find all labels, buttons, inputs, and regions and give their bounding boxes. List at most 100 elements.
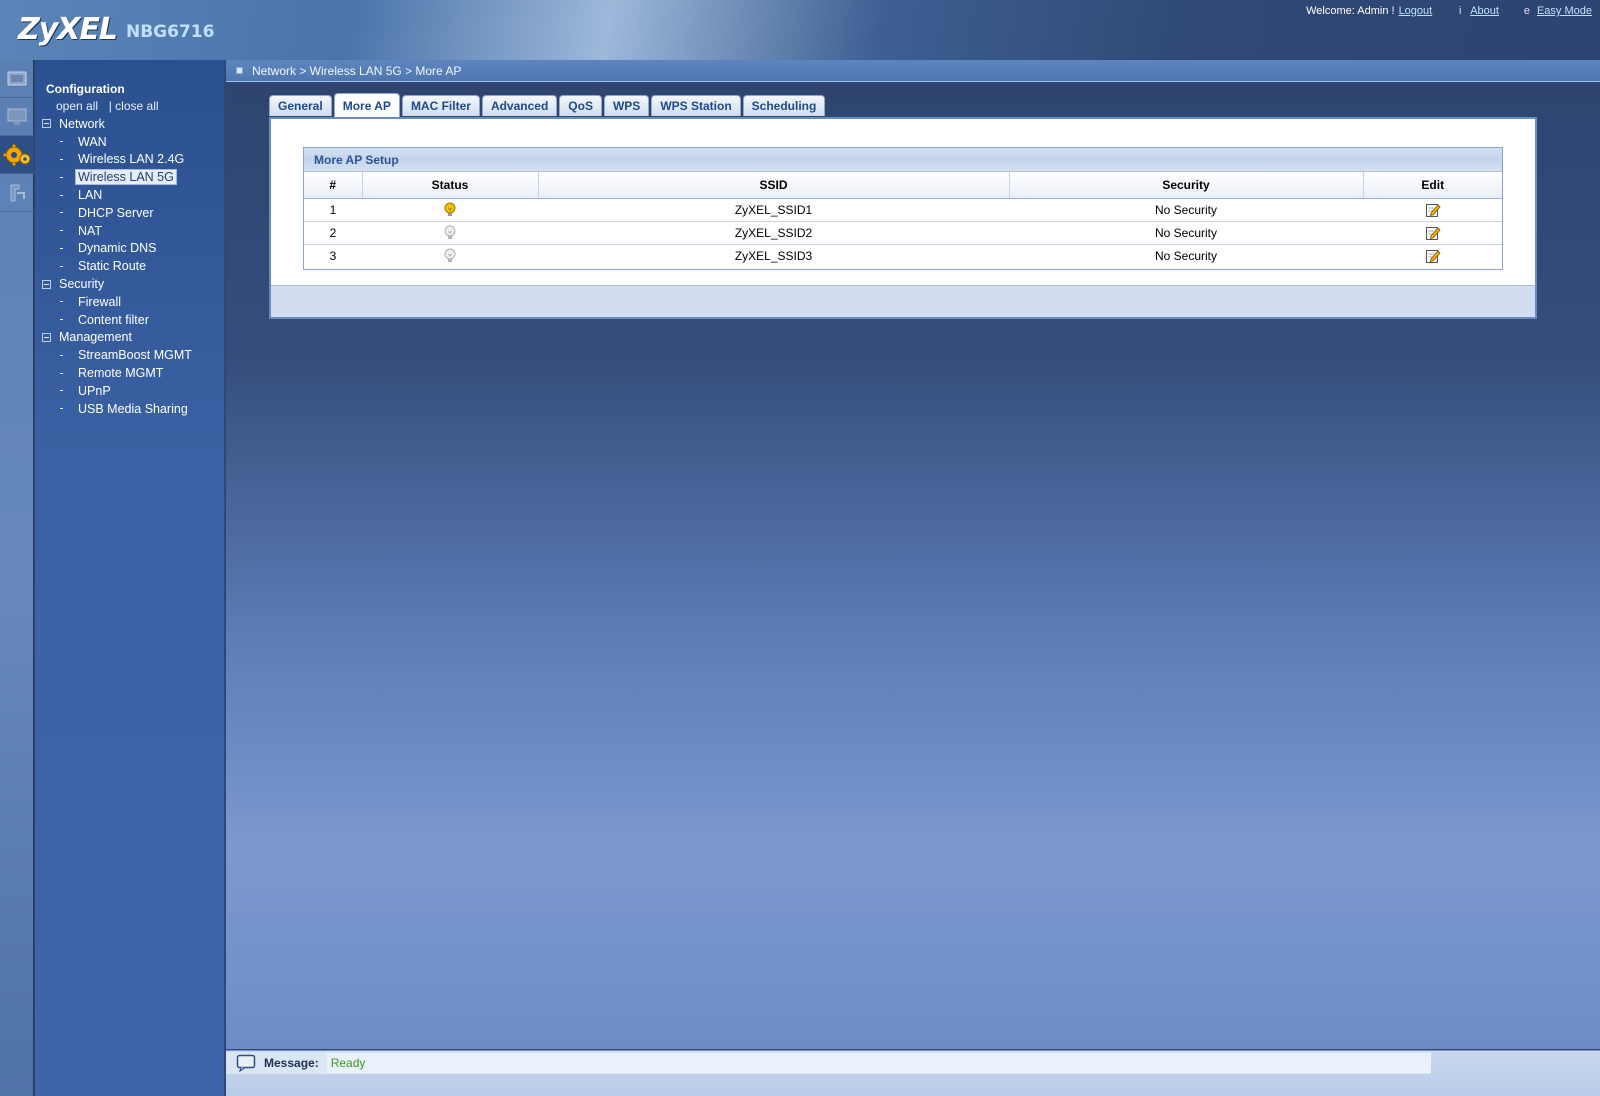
row-number: 1 bbox=[304, 198, 362, 222]
sidebar-item-wan[interactable]: WAN bbox=[35, 133, 225, 151]
ssid-cell: ZyXEL_SSID1 bbox=[538, 198, 1009, 222]
edit-icon[interactable] bbox=[1425, 248, 1441, 264]
edit-icon[interactable] bbox=[1425, 225, 1441, 241]
tab-bar: General More AP MAC Filter Advanced QoS … bbox=[269, 93, 827, 117]
edit-cell bbox=[1363, 221, 1502, 245]
mode-icon-strip bbox=[0, 60, 34, 1096]
tab-wps-station[interactable]: WPS Station bbox=[651, 95, 741, 116]
lightbulb-off-icon bbox=[444, 248, 456, 262]
security-cell: No Security bbox=[1009, 198, 1363, 222]
maintenance-icon[interactable] bbox=[0, 174, 34, 212]
sidebar-item-label: WAN bbox=[78, 134, 107, 149]
sidebar-item-wireless-lan-5g[interactable]: Wireless LAN 5G bbox=[35, 168, 225, 186]
sidebar-item-label: USB Media Sharing bbox=[78, 401, 188, 416]
status-cell bbox=[362, 198, 538, 222]
model-name: NBG6716 bbox=[126, 22, 215, 42]
message-icon bbox=[236, 1054, 256, 1072]
sidebar-item-usb-media-sharing[interactable]: USB Media Sharing bbox=[35, 400, 225, 418]
status-cell bbox=[362, 221, 538, 245]
brand-logo: ZyXEL bbox=[18, 12, 118, 47]
info-icon: i bbox=[1458, 5, 1462, 17]
sidebar-item-label: UPnP bbox=[78, 383, 111, 398]
message-bar: Message: Ready bbox=[226, 1052, 1431, 1074]
more-ap-table: # Status SSID Security Edit 1 ZyXEL_SSID… bbox=[304, 172, 1502, 267]
tab-general[interactable]: General bbox=[269, 95, 332, 116]
tab-advanced[interactable]: Advanced bbox=[481, 95, 558, 116]
tree-group-label: Security bbox=[59, 277, 105, 292]
nav-tree: Network WAN Wireless LAN 2.4G Wireless L… bbox=[35, 115, 225, 418]
top-header: ZyXEL NBG6716 Welcome: Admin ! Logout i … bbox=[0, 0, 1600, 60]
edit-cell bbox=[1363, 244, 1502, 267]
dashboard-icon[interactable] bbox=[0, 60, 34, 98]
open-all-link[interactable]: open all bbox=[56, 99, 98, 113]
status-bar: Message: Ready bbox=[226, 1050, 1600, 1096]
sidebar-item-nat[interactable]: NAT bbox=[35, 222, 225, 240]
tab-scheduling[interactable]: Scheduling bbox=[742, 95, 826, 116]
tab-mac-filter[interactable]: MAC Filter bbox=[401, 95, 480, 116]
more-ap-setup-section: More AP Setup # Status SSID Security Edi… bbox=[303, 147, 1503, 270]
column-header-number: # bbox=[304, 172, 363, 199]
sidebar-item-upnp[interactable]: UPnP bbox=[35, 382, 225, 400]
section-title: More AP Setup bbox=[304, 148, 1502, 172]
sidebar-item-label: Remote MGMT bbox=[78, 366, 164, 381]
easy-mode-link[interactable]: Easy Mode bbox=[1537, 5, 1592, 17]
sidebar-item-label: DHCP Server bbox=[78, 205, 154, 220]
tree-group-network[interactable]: Network bbox=[35, 115, 225, 133]
sidebar-item-label: Wireless LAN 2.4G bbox=[78, 152, 185, 167]
monitor-icon[interactable] bbox=[0, 98, 34, 136]
sidebar-title: Configuration bbox=[46, 82, 125, 96]
sidebar-item-dynamic-dns[interactable]: Dynamic DNS bbox=[35, 240, 225, 258]
status-cell bbox=[362, 244, 538, 267]
ssid-cell: ZyXEL_SSID2 bbox=[538, 221, 1009, 245]
sidebar-item-content-filter[interactable]: Content filter bbox=[35, 311, 225, 329]
tab-more-ap[interactable]: More AP bbox=[333, 93, 400, 117]
lightbulb-on-icon bbox=[444, 202, 456, 216]
sidebar-item-label: Firewall bbox=[78, 294, 122, 309]
sidebar-item-firewall[interactable]: Firewall bbox=[35, 293, 225, 311]
panel-footer bbox=[271, 285, 1535, 317]
tree-group-label: Management bbox=[59, 330, 132, 345]
security-cell: No Security bbox=[1154, 248, 1218, 263]
configuration-gear-icon[interactable] bbox=[0, 136, 34, 174]
sidebar-item-label: LAN bbox=[78, 188, 103, 203]
tree-group-label: Network bbox=[59, 116, 105, 131]
sidebar-item-remote-mgmt[interactable]: Remote MGMT bbox=[35, 364, 225, 382]
lightbulb-off-icon bbox=[444, 225, 456, 239]
sidebar-item-static-route[interactable]: Static Route bbox=[35, 257, 225, 275]
welcome-text: Welcome: Admin ! bbox=[1306, 5, 1395, 17]
table-row: 2 ZyXEL_SSID2 No Security bbox=[304, 221, 1502, 245]
sidebar-item-streamboost-mgmt[interactable]: StreamBoost MGMT bbox=[35, 346, 225, 364]
table-row: 3 ZyXEL_SSID3 No Security bbox=[304, 244, 1502, 267]
ssid-cell: ZyXEL_SSID3 bbox=[734, 248, 813, 263]
tree-expand-links: open all | close all bbox=[56, 99, 159, 113]
breadcrumb-bullet-icon bbox=[236, 67, 243, 74]
collapse-icon bbox=[42, 332, 51, 342]
close-all-link[interactable]: | close all bbox=[109, 99, 159, 113]
tree-group-security[interactable]: Security bbox=[35, 275, 225, 293]
top-links: Welcome: Admin ! Logout i About e Easy M… bbox=[1306, 5, 1592, 17]
row-number: 3 bbox=[329, 248, 337, 263]
message-value: Ready bbox=[326, 1053, 1431, 1073]
sidebar-item-label: Content filter bbox=[78, 312, 149, 327]
column-header-edit: Edit bbox=[1363, 172, 1502, 199]
sidebar-item-label: Dynamic DNS bbox=[78, 241, 157, 256]
column-header-status: Status bbox=[362, 172, 539, 199]
easy-mode-icon: e bbox=[1523, 5, 1531, 17]
edit-icon[interactable] bbox=[1425, 202, 1441, 218]
main-content: Network > Wireless LAN 5G > More AP Gene… bbox=[226, 60, 1600, 1049]
sidebar-item-dhcp-server[interactable]: DHCP Server bbox=[35, 204, 225, 222]
sidebar-item-label: StreamBoost MGMT bbox=[78, 348, 192, 363]
logout-link[interactable]: Logout bbox=[1399, 5, 1433, 17]
sidebar-item-lan[interactable]: LAN bbox=[35, 186, 225, 204]
config-sidebar: Configuration open all | close all Netwo… bbox=[35, 60, 225, 1096]
breadcrumb: Network > Wireless LAN 5G > More AP bbox=[226, 60, 1600, 82]
row-number: 2 bbox=[304, 221, 362, 245]
edit-cell bbox=[1363, 198, 1502, 222]
tab-wps[interactable]: WPS bbox=[603, 95, 650, 116]
tab-qos[interactable]: QoS bbox=[559, 95, 602, 116]
tree-group-management[interactable]: Management bbox=[35, 329, 225, 347]
sidebar-item-wireless-lan-24g[interactable]: Wireless LAN 2.4G bbox=[35, 151, 225, 169]
tab-panel: More AP Setup # Status SSID Security Edi… bbox=[269, 117, 1537, 319]
collapse-icon bbox=[42, 279, 51, 289]
about-link[interactable]: About bbox=[1470, 5, 1499, 17]
